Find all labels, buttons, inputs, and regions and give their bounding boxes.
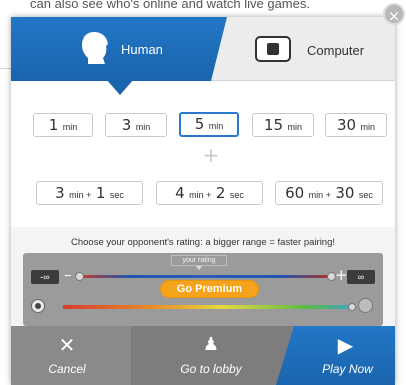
time-unit: min (360, 122, 376, 132)
play-now-button[interactable]: ▶ Play Now (276, 326, 395, 385)
increment-value: 1 (95, 184, 106, 202)
tab-selected-pointer (106, 79, 134, 95)
go-to-lobby-button[interactable]: ♟ Go to lobby (131, 326, 291, 385)
chessboard-icon: ♟ (202, 334, 220, 355)
time-option-15-min[interactable]: 15 min (252, 113, 314, 137)
go-premium-button[interactable]: Go Premium (160, 280, 259, 298)
your-rating-label: your rating (171, 255, 227, 270)
plus-icon[interactable]: + (335, 267, 348, 283)
close-icon[interactable]: × (383, 3, 405, 25)
time-value: 5 (194, 115, 205, 133)
minus-icon[interactable]: − (64, 269, 72, 283)
time-unit: min + (189, 190, 212, 200)
max-rating-label: ∞ (347, 270, 375, 284)
speed-track[interactable] (63, 305, 353, 309)
time-option-30-min[interactable]: 30 min (325, 113, 387, 137)
time-option-5-min[interactable]: 5 min (179, 112, 239, 137)
increment-value: 2 (215, 184, 226, 202)
time-value: 3 (55, 184, 65, 202)
time-value: 1 (48, 116, 59, 134)
min-rating-label: -∞ (31, 270, 59, 284)
rating-track[interactable] (79, 275, 331, 278)
time-value: 3 (121, 116, 132, 134)
time-unit: min (62, 122, 78, 132)
opponent-tabs: Human Computer (11, 17, 395, 95)
go-to-lobby-label: Go to lobby (180, 362, 242, 376)
speed-handle[interactable] (348, 303, 356, 311)
time-value: 15 (263, 116, 284, 134)
cancel-label: Cancel (48, 362, 86, 376)
chip-icon (255, 36, 291, 62)
time-unit: min (135, 122, 151, 132)
timer-icon (358, 298, 373, 313)
play-now-label: Play Now (322, 362, 373, 376)
time-option-3-plus-1[interactable]: 3 min + 1 sec (36, 181, 143, 205)
increment-unit: sec (109, 190, 124, 200)
cancel-button[interactable]: ✕ Cancel (11, 326, 131, 385)
tab-computer-label: Computer (307, 43, 365, 58)
time-option-3-min[interactable]: 3 min (105, 113, 167, 137)
time-value: 30 (336, 116, 357, 134)
increment-unit: sec (358, 190, 373, 200)
close-x-icon: ✕ (58, 333, 76, 357)
time-option-4-plus-2[interactable]: 4 min + 2 sec (156, 181, 263, 205)
rating-slider: -∞ − your rating + ∞ Go Premium (23, 253, 383, 326)
time-unit: min + (69, 190, 92, 200)
time-value: 4 (175, 184, 185, 202)
increment-unit: sec (229, 190, 244, 200)
rating-hint: Choose your opponent's rating: a bigger … (70, 237, 336, 248)
background-text: can also see who's online and watch live… (30, 0, 310, 11)
time-value: 60 (285, 184, 305, 202)
dialog-footer: ✕ Cancel ♟ Go to lobby ▶ Play Now (11, 326, 395, 385)
time-option-1-min[interactable]: 1 min (33, 113, 93, 137)
rating-min-handle[interactable] (75, 272, 84, 281)
clock-icon (31, 299, 45, 313)
time-option-60-plus-30[interactable]: 60 min + 30 sec (275, 181, 383, 205)
tab-human[interactable]: Human (11, 17, 227, 81)
human-head-icon (82, 32, 108, 64)
time-unit: min + (308, 190, 331, 200)
rating-range-panel: Choose your opponent's rating: a bigger … (11, 227, 395, 339)
time-unit: min (208, 121, 224, 131)
time-unit: min (287, 122, 303, 132)
play-arrow-icon: ▶ (337, 333, 354, 357)
increment-value: 30 (335, 184, 355, 202)
plus-icon: + (202, 143, 220, 167)
tab-human-label: Human (121, 42, 163, 57)
new-game-dialog: Human Computer 1 min 3 min 5 min 15 min … (11, 17, 395, 385)
